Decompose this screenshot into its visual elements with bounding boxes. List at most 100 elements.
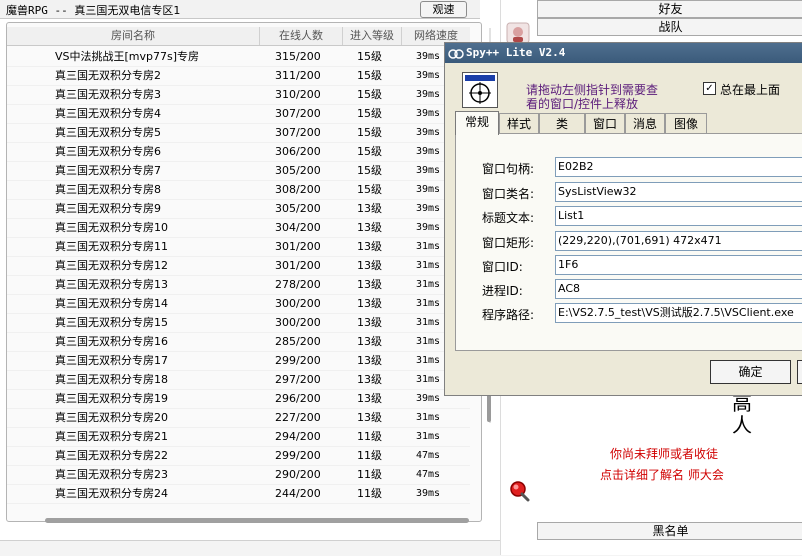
- network-speed-cell: 31ms: [416, 336, 441, 347]
- room-row[interactable]: 真三国无双积分专房9 305/200 13级 39ms: [7, 199, 470, 219]
- room-name-cell: 真三国无双积分专房11: [55, 240, 168, 253]
- network-speed-cell: 31ms: [416, 279, 441, 290]
- entry-level-cell: 15级: [357, 145, 382, 158]
- room-row[interactable]: 真三国无双积分专房3 310/200 15级 39ms: [7, 85, 470, 105]
- clan-button[interactable]: 战队: [537, 18, 802, 36]
- spy-glasses-icon: [448, 49, 464, 59]
- entry-level-cell: 13级: [357, 297, 382, 310]
- spy-window-title: Spy++ Lite V2.4: [466, 46, 566, 59]
- room-row[interactable]: 真三国无双积分专房18 297/200 13级 31ms: [7, 370, 470, 390]
- entry-level-cell: 11级: [357, 487, 382, 500]
- label-program-path: 程序路径:: [482, 308, 535, 322]
- online-count-cell: 300/200: [275, 316, 321, 329]
- online-count-cell: 244/200: [275, 487, 321, 500]
- room-row[interactable]: 真三国无双积分专房6 306/200 15级 39ms: [7, 142, 470, 162]
- field-class-name[interactable]: SysListView32: [555, 182, 802, 202]
- room-row[interactable]: 真三国无双积分专房23 290/200 11级 47ms: [7, 465, 470, 485]
- room-name-cell: VS中法挑战王[mvp77s]专房: [55, 50, 200, 63]
- room-row[interactable]: 真三国无双积分专房19 296/200 13级 39ms: [7, 389, 470, 409]
- online-count-cell: 290/200: [275, 468, 321, 481]
- online-count-cell: 299/200: [275, 354, 321, 367]
- online-count-cell: 301/200: [275, 259, 321, 272]
- online-count-cell: 299/200: [275, 449, 321, 462]
- room-name-cell: 真三国无双积分专房18: [55, 373, 168, 386]
- room-row[interactable]: 真三国无双积分专房14 300/200 13级 31ms: [7, 294, 470, 314]
- tab-class[interactable]: 类: [539, 113, 585, 134]
- field-title-text[interactable]: List1: [555, 206, 802, 226]
- online-count-cell: 278/200: [275, 278, 321, 291]
- room-row[interactable]: 真三国无双积分专房8 308/200 15级 39ms: [7, 180, 470, 200]
- room-name-cell: 真三国无双积分专房23: [55, 468, 168, 481]
- room-row[interactable]: 真三国无双积分专房20 227/200 13级 31ms: [7, 408, 470, 428]
- character-avatar-icon[interactable]: [506, 22, 530, 44]
- tab-general[interactable]: 常规: [455, 111, 499, 135]
- room-row[interactable]: VS中法挑战王[mvp77s]专房 315/200 15级 39ms: [7, 47, 470, 67]
- field-window-id[interactable]: 1F6: [555, 255, 802, 275]
- room-row[interactable]: 真三国无双积分专房22 299/200 11级 47ms: [7, 446, 470, 466]
- tab-image[interactable]: 图像: [665, 113, 707, 134]
- network-speed-cell: 31ms: [416, 374, 441, 385]
- ok-button[interactable]: 确定: [710, 360, 791, 384]
- online-count-cell: 310/200: [275, 88, 321, 101]
- horizontal-scrollbar-thumb[interactable]: [45, 518, 469, 523]
- room-row[interactable]: 真三国无双积分专房5 307/200 15级 39ms: [7, 123, 470, 143]
- master-info-link[interactable]: 点击详细了解名 师大会: [600, 466, 724, 483]
- magnifier-icon[interactable]: [508, 480, 530, 502]
- online-count-cell: 305/200: [275, 164, 321, 177]
- entry-level-cell: 11级: [357, 430, 382, 443]
- network-speed-cell: 39ms: [416, 127, 441, 138]
- network-speed-cell: 39ms: [416, 488, 441, 499]
- label-window-id: 窗口ID:: [482, 260, 523, 274]
- online-count-cell: 304/200: [275, 221, 321, 234]
- second-button-edge[interactable]: [797, 360, 802, 384]
- room-name-cell: 真三国无双积分专房20: [55, 411, 168, 424]
- col-header-room-name[interactable]: 房间名称: [7, 27, 260, 45]
- room-name-cell: 真三国无双积分专房8: [55, 183, 161, 196]
- topmost-checkbox[interactable]: ✓: [703, 82, 716, 95]
- room-row[interactable]: 真三国无双积分专房15 300/200 13级 31ms: [7, 313, 470, 333]
- field-process-id[interactable]: AC8: [555, 279, 802, 299]
- entry-level-cell: 13级: [357, 411, 382, 424]
- friends-button[interactable]: 好友: [537, 0, 802, 18]
- online-count-cell: 307/200: [275, 126, 321, 139]
- room-row[interactable]: 真三国无双积分专房16 285/200 13级 31ms: [7, 332, 470, 352]
- finder-crosshair-icon[interactable]: [462, 72, 498, 108]
- entry-level-cell: 13级: [357, 316, 382, 329]
- network-speed-cell: 31ms: [416, 260, 441, 271]
- room-name-cell: 真三国无双积分专房3: [55, 88, 161, 101]
- tab-style[interactable]: 样式: [499, 113, 539, 134]
- room-name-cell: 真三国无双积分专房21: [55, 430, 168, 443]
- tab-messages[interactable]: 消息: [625, 113, 665, 134]
- room-row[interactable]: 真三国无双积分专房11 301/200 13级 31ms: [7, 237, 470, 257]
- room-name-cell: 真三国无双积分专房6: [55, 145, 161, 158]
- room-row[interactable]: 真三国无双积分专房2 311/200 15级 39ms: [7, 66, 470, 86]
- room-row[interactable]: 真三国无双积分专房13 278/200 13级 31ms: [7, 275, 470, 295]
- room-row[interactable]: 真三国无双积分专房12 301/200 13级 31ms: [7, 256, 470, 276]
- online-count-cell: 311/200: [275, 69, 321, 82]
- label-title-text: 标题文本:: [482, 211, 535, 225]
- room-name-cell: 真三国无双积分专房17: [55, 354, 168, 367]
- field-window-handle[interactable]: E02B2: [555, 157, 802, 177]
- tab-window[interactable]: 窗口: [585, 113, 625, 134]
- entry-level-cell: 13级: [357, 278, 382, 291]
- watch-button[interactable]: 观速: [420, 1, 467, 18]
- room-row[interactable]: 真三国无双积分专房17 299/200 13级 31ms: [7, 351, 470, 371]
- entry-level-cell: 13级: [357, 240, 382, 253]
- room-row[interactable]: 真三国无双积分专房7 305/200 15级 39ms: [7, 161, 470, 181]
- room-row[interactable]: 真三国无双积分专房21 294/200 11级 31ms: [7, 427, 470, 447]
- field-program-path[interactable]: E:\VS2.7.5_test\VS测试版2.7.5\VSClient.exe: [555, 303, 802, 323]
- room-name-cell: 真三国无双积分专房4: [55, 107, 161, 120]
- topmost-label: 总在最上面: [720, 83, 781, 97]
- blacklist-button[interactable]: 黑名单: [537, 522, 802, 540]
- room-row[interactable]: 真三国无双积分专房10 304/200 13级 39ms: [7, 218, 470, 238]
- room-row[interactable]: 真三国无双积分专房24 244/200 11级 39ms: [7, 484, 470, 504]
- room-name-cell: 真三国无双积分专房2: [55, 69, 161, 82]
- field-window-rect[interactable]: (229,220),(701,691) 472x471: [555, 231, 802, 251]
- online-count-cell: 296/200: [275, 392, 321, 405]
- room-name-cell: 真三国无双积分专房19: [55, 392, 168, 405]
- room-row[interactable]: 真三国无双积分专房4 307/200 15级 39ms: [7, 104, 470, 124]
- col-header-online[interactable]: 在线人数: [260, 27, 343, 45]
- col-header-level[interactable]: 进入等级: [343, 27, 402, 45]
- online-count-cell: 294/200: [275, 430, 321, 443]
- entry-level-cell: 13级: [357, 259, 382, 272]
